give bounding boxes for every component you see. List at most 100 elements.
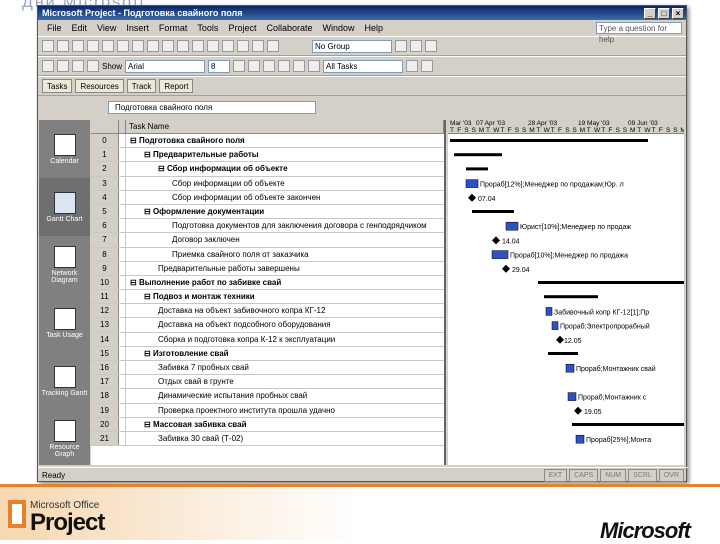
hide-subtasks-icon[interactable] xyxy=(87,60,99,72)
task-name[interactable]: ⊟ Оформление документации xyxy=(126,205,444,218)
task-row[interactable]: 5 ⊟ Оформление документации xyxy=(91,204,444,220)
open-icon[interactable] xyxy=(57,40,69,52)
minimize-button[interactable]: _ xyxy=(644,7,656,19)
task-row[interactable]: 0 ⊟ Подготовка свайного поля xyxy=(91,134,444,149)
task-row[interactable]: 7 Договор заключен xyxy=(91,233,444,248)
view-task-usage[interactable]: Task Usage xyxy=(39,294,90,352)
notes-icon[interactable] xyxy=(252,40,264,52)
task-row[interactable]: 20 ⊟ Массовая забивка свай xyxy=(91,417,444,432)
task-name[interactable]: ⊟ Предварительные работы xyxy=(126,148,444,161)
font-combo[interactable]: Arial xyxy=(125,59,206,73)
task-name[interactable]: Доставка на объект подсобного оборудован… xyxy=(126,318,444,331)
task-name[interactable]: ⊟ Сбор информации об объекте xyxy=(126,162,444,175)
unlink-tasks-icon[interactable] xyxy=(207,40,219,52)
undo-icon[interactable] xyxy=(177,40,189,52)
collapse-icon[interactable]: ⊟ xyxy=(144,349,153,358)
task-name-header[interactable]: Task Name xyxy=(126,120,444,133)
track-button[interactable]: Track xyxy=(126,79,157,93)
ask-question-input[interactable]: Type a question for help xyxy=(596,22,682,44)
task-row[interactable]: 19 Проверка проектного института прошла у… xyxy=(91,403,444,418)
task-info-icon[interactable] xyxy=(237,40,249,52)
task-row[interactable]: 9 Предварительные работы завершены xyxy=(91,261,444,276)
maximize-button[interactable]: □ xyxy=(658,7,670,19)
menu-format[interactable]: Format xyxy=(154,23,193,33)
new-icon[interactable] xyxy=(42,40,54,52)
task-row[interactable]: 4 Сбор информации об объекте закончен xyxy=(91,190,444,205)
show-label[interactable]: Show xyxy=(102,62,122,71)
task-row[interactable]: 3 Сбор информации об объекте xyxy=(91,176,444,191)
collapse-icon[interactable]: ⊟ xyxy=(144,150,153,159)
task-row[interactable]: 6 Подготовка документов для заключения до… xyxy=(91,219,444,234)
print-icon[interactable] xyxy=(87,40,99,52)
group-combo[interactable]: No Group xyxy=(312,39,392,53)
outdent-icon[interactable] xyxy=(42,60,54,72)
menu-collaborate[interactable]: Collaborate xyxy=(261,23,317,33)
close-button[interactable]: × xyxy=(672,7,684,19)
font-size-combo[interactable]: 8 xyxy=(208,59,231,73)
menu-window[interactable]: Window xyxy=(317,23,359,33)
task-name[interactable]: Забивка 7 пробных свай xyxy=(126,361,444,374)
task-name[interactable]: ⊟ Подготовка свайного поля xyxy=(126,134,444,147)
task-name[interactable]: Приемка свайного поля от заказчика xyxy=(126,248,444,261)
task-name[interactable]: Забивка 30 свай (Т-02) xyxy=(126,432,444,445)
menu-view[interactable]: View xyxy=(92,23,121,33)
task-name[interactable]: ⊟ Массовая забивка свай xyxy=(126,418,444,431)
show-subtasks-icon[interactable] xyxy=(72,60,84,72)
task-row[interactable]: 14 Сборка и подготовка копра К-12 к экспл… xyxy=(91,332,444,347)
task-row[interactable]: 1 ⊟ Предварительные работы xyxy=(91,148,444,163)
task-name[interactable]: ⊟ Подвоз и монтаж техники xyxy=(126,290,444,303)
cut-icon[interactable] xyxy=(132,40,144,52)
resources-button[interactable]: Resources xyxy=(75,79,124,93)
task-row[interactable]: 18 Динамические испытания пробных свай xyxy=(91,389,444,404)
menu-insert[interactable]: Insert xyxy=(121,23,154,33)
task-name[interactable]: Сбор информации об объекте xyxy=(126,177,444,190)
view-calendar[interactable]: Calendar xyxy=(39,120,90,178)
view-gantt-chart[interactable]: Gantt Chart xyxy=(39,178,90,236)
align-center-icon[interactable] xyxy=(293,60,306,72)
gantt-wizard-icon[interactable] xyxy=(421,60,434,72)
task-name[interactable]: Доставка на объект забивочного копра КГ-… xyxy=(126,304,444,317)
task-name[interactable]: Отдых свай в грунте xyxy=(126,375,444,388)
task-row[interactable]: 11 ⊟ Подвоз и монтаж техники xyxy=(91,290,444,305)
collapse-icon[interactable]: ⊟ xyxy=(158,164,167,173)
view-resource-graph[interactable]: Resource Graph xyxy=(39,410,90,468)
report-button[interactable]: Report xyxy=(159,79,194,93)
underline-icon[interactable] xyxy=(263,60,276,72)
task-row[interactable]: 17 Отдых свай в грунте xyxy=(91,375,444,390)
task-name[interactable]: Сборка и подготовка копра К-12 к эксплуа… xyxy=(126,333,444,346)
autofilter-icon[interactable] xyxy=(406,60,419,72)
task-name[interactable]: Сбор информации об объекте закончен xyxy=(126,191,444,204)
task-name[interactable]: Предварительные работы завершены xyxy=(126,262,444,275)
preview-icon[interactable] xyxy=(102,40,114,52)
goto-task-icon[interactable] xyxy=(425,40,437,52)
task-row[interactable]: 2 ⊟ Сбор информации об объекте xyxy=(91,162,444,177)
task-row[interactable]: 8 Приемка свайного поля от заказчика xyxy=(91,247,444,262)
task-row[interactable]: 15 ⊟ Изготовление свай xyxy=(91,346,444,361)
menu-edit[interactable]: Edit xyxy=(67,23,93,33)
task-name[interactable]: Подготовка документов для заключения дог… xyxy=(126,219,444,232)
tasks-button[interactable]: Tasks xyxy=(42,79,73,93)
task-name[interactable]: Проверка проектного института прошла уда… xyxy=(126,404,444,417)
task-row[interactable]: 12 Доставка на объект забивочного копра К… xyxy=(91,304,444,319)
bold-icon[interactable] xyxy=(233,60,246,72)
menu-project[interactable]: Project xyxy=(223,23,261,33)
task-name[interactable]: ⊟ Выполнение работ по забивке свай xyxy=(126,276,444,289)
paste-icon[interactable] xyxy=(162,40,174,52)
task-row[interactable]: 21 Забивка 30 свай (Т-02) xyxy=(91,431,444,447)
filter-combo[interactable]: All Tasks xyxy=(323,59,404,73)
menu-help[interactable]: Help xyxy=(360,23,389,33)
spelling-icon[interactable] xyxy=(117,40,129,52)
collapse-icon[interactable]: ⊟ xyxy=(144,207,153,216)
entry-bar[interactable]: Подготовка свайного поля xyxy=(108,101,316,114)
view-tracking-gantt[interactable]: Tracking Gantt xyxy=(39,352,90,410)
collapse-icon[interactable]: ⊟ xyxy=(130,136,139,145)
align-right-icon[interactable] xyxy=(308,60,321,72)
save-icon[interactable] xyxy=(72,40,84,52)
menu-file[interactable]: File xyxy=(42,23,67,33)
assign-resources-icon[interactable] xyxy=(267,40,279,52)
link-tasks-icon[interactable] xyxy=(192,40,204,52)
copy-icon[interactable] xyxy=(147,40,159,52)
collapse-icon[interactable]: ⊟ xyxy=(130,278,139,287)
italic-icon[interactable] xyxy=(248,60,261,72)
indent-icon[interactable] xyxy=(57,60,69,72)
